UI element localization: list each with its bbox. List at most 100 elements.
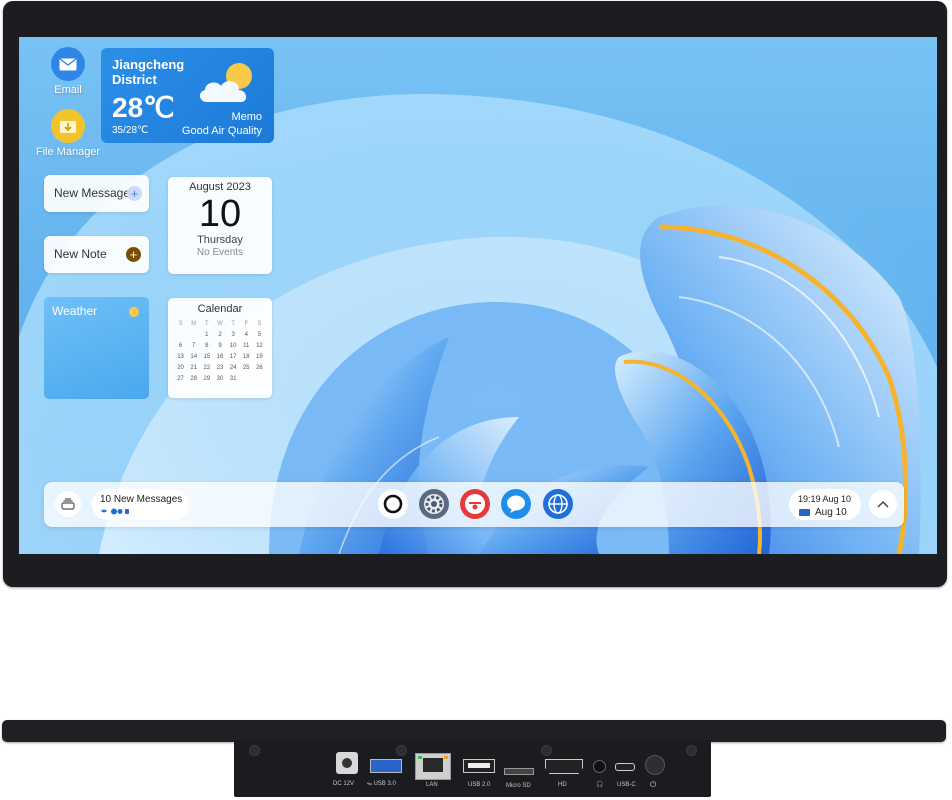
calendar-day[interactable] xyxy=(174,386,187,394)
email-app[interactable]: Email xyxy=(33,47,103,96)
calendar-day[interactable]: 22 xyxy=(200,364,213,372)
calendar-weekday: W xyxy=(217,321,223,327)
usb2-label: USB 2.0 xyxy=(468,782,491,788)
power-button[interactable] xyxy=(645,755,665,775)
usb2-port[interactable] xyxy=(463,759,495,773)
screw xyxy=(686,745,697,756)
lan-port[interactable] xyxy=(415,753,451,780)
stack-icon[interactable] xyxy=(55,491,81,517)
calendar-day[interactable]: 14 xyxy=(187,353,200,361)
new-message-label: New Message xyxy=(54,186,131,200)
calendar-day[interactable]: 12 xyxy=(253,342,266,350)
weather-widget[interactable]: Jiangcheng District 28℃ 35/28℃ Memo Good… xyxy=(101,48,274,143)
lan-label: LAN xyxy=(426,782,438,788)
date-month: August 2023 xyxy=(189,181,251,193)
messages-count: 10 New Messages xyxy=(100,494,183,505)
sun-icon xyxy=(129,307,139,317)
calendar-grid: S M T W T F S 1 2 3 4 5 6 7 8 9 10 11 12 13 14 15 16 17 18 19 20 21… xyxy=(174,320,266,394)
calendar-day[interactable]: 13 xyxy=(174,353,187,361)
calendar-weekday: F xyxy=(244,321,249,327)
screen: Email File Manager Jiangcheng District 2… xyxy=(19,37,937,554)
calendar-day[interactable]: 9 xyxy=(213,342,226,350)
calendar-weekday: S xyxy=(257,321,262,327)
usb3-label: ⭂ USB 3.0 xyxy=(367,781,396,788)
usb3-text: USB 3.0 xyxy=(373,781,396,787)
calendar-day[interactable] xyxy=(187,331,200,339)
microsd-slot[interactable] xyxy=(504,768,534,775)
calendar-day[interactable]: 4 xyxy=(240,331,253,339)
calendar-day[interactable]: 17 xyxy=(227,353,240,361)
date-widget[interactable]: August 2023 10 Thursday No Events xyxy=(168,177,272,274)
calendar-day[interactable]: 18 xyxy=(240,353,253,361)
port-panel: DC 12V ⭂ USB 3.0 LAN USB 2.0 Micro SD HD… xyxy=(234,740,711,797)
power-icon: ⏻ xyxy=(650,780,657,789)
messages-notification[interactable]: 10 New Messages xyxy=(92,489,189,520)
calendar-day[interactable]: 31 xyxy=(227,375,240,383)
calendar-day[interactable]: 24 xyxy=(227,364,240,372)
calendar-day[interactable] xyxy=(187,386,200,394)
calendar-day[interactable]: 25 xyxy=(240,364,253,372)
weather-location: Jiangcheng District xyxy=(112,57,185,87)
calendar-day[interactable]: 30 xyxy=(213,375,226,383)
chat-bubble-icon[interactable] xyxy=(501,489,531,519)
hd-label: HD xyxy=(558,782,567,788)
dc-port[interactable] xyxy=(336,752,358,774)
calendar-widget[interactable]: Calendar S M T W T F S 1 2 3 4 5 6 7 8 9 10 11 12 13 14 15 16 1… xyxy=(168,298,272,398)
calendar-day[interactable]: 11 xyxy=(240,342,253,350)
plus-icon[interactable]: + xyxy=(126,247,141,262)
usbc-port[interactable] xyxy=(615,763,635,771)
screw xyxy=(541,745,552,756)
calendar-day[interactable]: 19 xyxy=(253,353,266,361)
date-weekday: Thursday xyxy=(197,234,243,246)
weather-small-label: Weather xyxy=(52,304,98,318)
calendar-day[interactable]: 29 xyxy=(200,375,213,383)
calendar-weekday: T xyxy=(205,321,209,327)
usbc-label: USB-C xyxy=(617,782,636,788)
screw xyxy=(396,745,407,756)
file-manager-app[interactable]: File Manager xyxy=(33,109,103,158)
battery-icon xyxy=(799,509,810,516)
file-manager-label: File Manager xyxy=(35,146,101,158)
weather-memo: Memo xyxy=(231,111,262,123)
calendar-day[interactable] xyxy=(253,375,266,383)
chevron-up-icon[interactable] xyxy=(869,490,897,518)
calendar-day[interactable]: 15 xyxy=(200,353,213,361)
calendar-weekday: S xyxy=(178,321,183,327)
calendar-day[interactable]: 8 xyxy=(200,342,213,350)
usb3-port[interactable] xyxy=(370,759,402,773)
audio-jack[interactable] xyxy=(593,760,606,773)
music-app-icon[interactable] xyxy=(460,489,490,519)
browser-globe-icon[interactable] xyxy=(543,489,573,519)
calendar-day[interactable]: 1 xyxy=(200,331,213,339)
new-note-widget[interactable]: New Note + xyxy=(44,236,149,273)
calendar-day[interactable] xyxy=(174,331,187,339)
calendar-day[interactable]: 26 xyxy=(253,364,266,372)
calendar-day[interactable]: 6 xyxy=(174,342,187,350)
calendar-weekday: M xyxy=(191,321,197,327)
calendar-day[interactable]: 21 xyxy=(187,364,200,372)
calendar-day[interactable]: 10 xyxy=(227,342,240,350)
plus-icon[interactable]: + xyxy=(127,186,142,201)
folder-icon xyxy=(51,109,85,143)
calendar-day[interactable]: 16 xyxy=(213,353,226,361)
calendar-day[interactable]: 28 xyxy=(187,375,200,383)
date-events: No Events xyxy=(196,247,244,258)
weather-small-widget[interactable]: Weather xyxy=(44,297,149,399)
calendar-day[interactable]: 3 xyxy=(227,331,240,339)
taskbar: 10 New Messages 19:19 Aug 10 Aug 10 xyxy=(44,482,904,527)
calendar-day[interactable]: 20 xyxy=(174,364,187,372)
clock-time: 19:19 Aug 10 xyxy=(798,494,852,504)
clock-widget[interactable]: 19:19 Aug 10 Aug 10 xyxy=(789,489,861,520)
calendar-day[interactable]: 5 xyxy=(253,331,266,339)
new-message-widget[interactable]: New Message + xyxy=(44,175,149,212)
calendar-day[interactable]: 7 xyxy=(187,342,200,350)
settings-gear-icon[interactable] xyxy=(419,489,449,519)
hd-port[interactable] xyxy=(545,759,583,774)
calendar-day[interactable]: 27 xyxy=(174,375,187,383)
calendar-day[interactable]: 23 xyxy=(213,364,226,372)
calendar-day[interactable] xyxy=(240,375,253,383)
air-quality: Good Air Quality xyxy=(181,125,262,137)
circle-app-icon[interactable] xyxy=(378,489,408,519)
sun-cloud-icon xyxy=(199,63,252,102)
calendar-day[interactable]: 2 xyxy=(213,331,226,339)
